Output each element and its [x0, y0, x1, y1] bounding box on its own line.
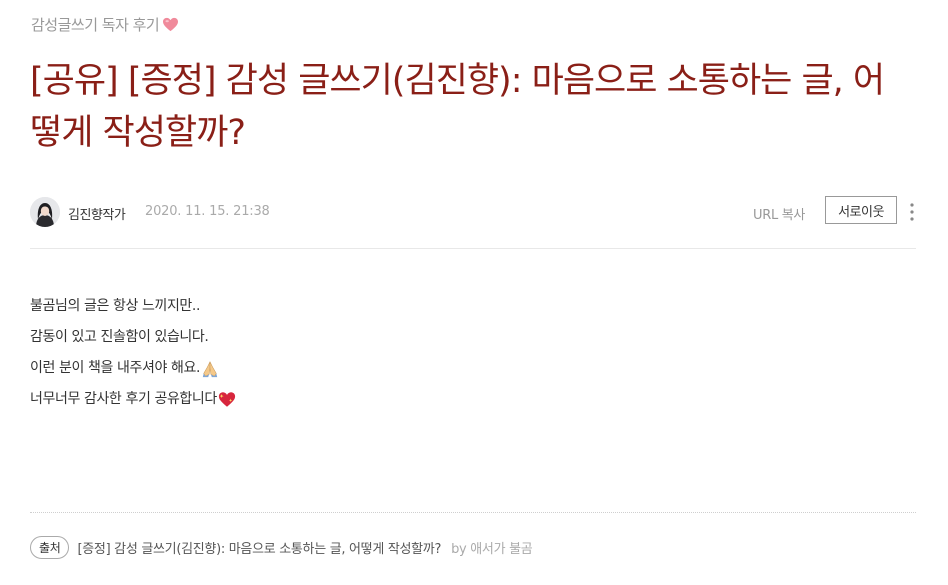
header-divider — [30, 248, 916, 249]
source-link[interactable]: [증정] 감성 글쓰기(김진향): 마음으로 소통하는 글, 어떻게 작성할까? — [77, 538, 441, 557]
avatar-photo-icon — [30, 197, 60, 227]
body-line-text: 이런 분이 책을 내주셔야 해요. — [30, 360, 201, 376]
sparkling-heart-emoji-icon — [218, 392, 235, 407]
body-line: 감동이 있고 진솔함이 있습니다. — [30, 322, 236, 353]
body-line: 불곰님의 글은 항상 느끼지만.. — [30, 291, 236, 322]
post-body: 불곰님의 글은 항상 느끼지만.. 감동이 있고 진솔함이 있습니다. 이런 분… — [30, 291, 236, 415]
author-name[interactable]: 김진향작가 — [68, 204, 126, 223]
source-author[interactable]: by 애서가 불곰 — [451, 538, 533, 557]
source-badge: 출처 — [30, 535, 70, 559]
category-label[interactable]: 감성글쓰기 독자 후기 — [31, 14, 160, 35]
body-line: 너무너무 감사한 후기 공유합니다 — [30, 384, 236, 415]
body-line-text: 불곰님의 글은 항상 느끼지만.. — [30, 298, 201, 314]
footer-divider — [30, 512, 916, 514]
post-date: 2020. 11. 15. 21:38 — [145, 204, 270, 219]
avatar[interactable] — [30, 197, 60, 227]
mutual-neighbor-button[interactable]: 서로이웃 — [825, 196, 897, 224]
heart-emoji-icon — [163, 17, 179, 32]
folded-hands-emoji-icon — [202, 361, 218, 377]
source-bar: 출처 [증정] 감성 글쓰기(김진향): 마음으로 소통하는 글, 어떻게 작성… — [30, 535, 533, 559]
category-breadcrumb[interactable]: 감성글쓰기 독자 후기 — [31, 14, 179, 35]
body-line-text: 너무너무 감사한 후기 공유합니다 — [30, 391, 217, 407]
body-line-text: 감동이 있고 진솔함이 있습니다. — [30, 329, 209, 345]
post-meta: 김진향작가 2020. 11. 15. 21:38 URL 복사 서로이웃 — [30, 195, 918, 229]
url-copy-button[interactable]: URL 복사 — [753, 204, 805, 223]
body-line: 이런 분이 책을 내주셔야 해요. — [30, 353, 236, 384]
post-title: [공유] [증정] 감성 글쓰기(김진향): 마음으로 소통하는 글, 어떻게 … — [30, 61, 885, 153]
more-vertical-icon[interactable] — [906, 201, 918, 223]
